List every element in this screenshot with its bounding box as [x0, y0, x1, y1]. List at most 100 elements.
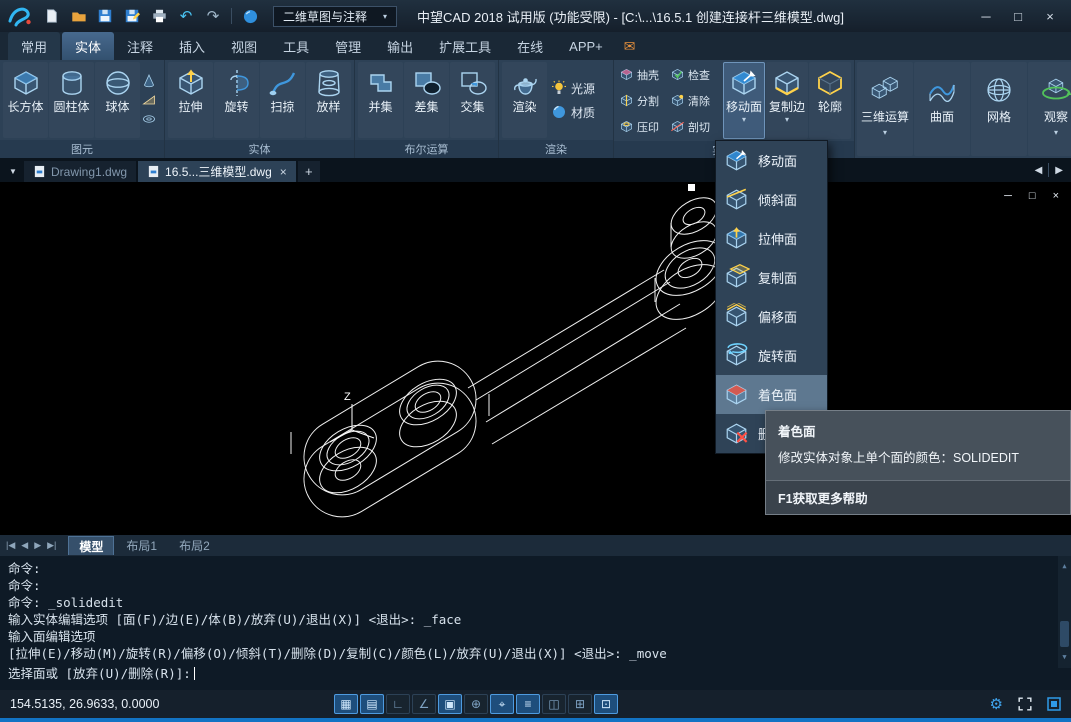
tab-manage[interactable]: 管理 [322, 32, 374, 60]
menu-item-shade-face[interactable]: 着色面 [716, 375, 827, 414]
cylinder-button[interactable]: 圆柱体 [49, 62, 94, 138]
separate-button[interactable]: 分割 [619, 88, 669, 113]
fullscreen-icon[interactable] [1017, 696, 1033, 712]
observe-button[interactable]: 观察 ▾ [1028, 62, 1071, 156]
new-tab-button[interactable]: + [298, 161, 320, 182]
clean-button[interactable]: 清除 [670, 88, 720, 113]
doc-tab-drawing1[interactable]: Drawing1.dwg [24, 161, 136, 182]
tab-close-icon[interactable]: × [280, 165, 287, 179]
child-minimize-button[interactable]: ─ [1004, 190, 1012, 202]
layout-tab-layout1[interactable]: 布局1 [116, 536, 167, 555]
redo-icon[interactable]: ↷ [204, 7, 222, 25]
subtract-button[interactable]: 差集 [404, 62, 449, 138]
ortho-toggle[interactable]: ∟ [386, 694, 410, 714]
imprint-button[interactable]: 压印 [619, 114, 669, 139]
tab-solid[interactable]: 实体 [62, 32, 114, 60]
mesh-button[interactable]: 网格 [971, 62, 1027, 156]
menu-item-taper-face[interactable]: 倾斜面 [716, 180, 827, 219]
open-folder-icon[interactable] [69, 7, 87, 25]
tab-online[interactable]: 在线 [504, 32, 556, 60]
move-face-button[interactable]: 移动面 ▾ [723, 62, 765, 139]
polar-toggle[interactable]: ∠ [412, 694, 436, 714]
intersect-button[interactable]: 交集 [450, 62, 495, 138]
help-sphere-icon[interactable] [241, 7, 259, 25]
maximize-button[interactable]: □ [1003, 5, 1033, 27]
copy-edge-button[interactable]: 复制边 ▾ [766, 62, 808, 139]
sweep-button[interactable]: 扫掠 [260, 62, 305, 138]
save-icon[interactable] [96, 7, 114, 25]
command-scrollbar[interactable]: ▲ ▼ [1058, 556, 1071, 668]
material-button[interactable]: 材质 [551, 104, 610, 121]
check-button[interactable]: 检查 [670, 62, 720, 87]
union-button[interactable]: 并集 [358, 62, 403, 138]
menu-item-offset-face[interactable]: 偏移面 [716, 297, 827, 336]
otrack-toggle[interactable]: ⊕ [464, 694, 488, 714]
child-restore-button[interactable]: □ [1029, 190, 1036, 202]
lineweight-toggle[interactable]: ≡ [516, 694, 540, 714]
doc-tab-menu-icon[interactable]: ▼ [4, 161, 22, 182]
undo-icon[interactable]: ↶ [177, 7, 195, 25]
loft-button[interactable]: 放样 [306, 62, 351, 138]
menu-item-copy-face[interactable]: 复制面 [716, 258, 827, 297]
gear-icon[interactable]: ⚙ [990, 695, 1003, 713]
menu-item-move-face[interactable]: 移动面 [716, 141, 827, 180]
tab-home[interactable]: 常用 [8, 32, 60, 60]
tab-view[interactable]: 视图 [218, 32, 270, 60]
tab-scroll-left-icon[interactable]: ◀ [1035, 165, 1043, 176]
minimize-button[interactable]: ─ [971, 5, 1001, 27]
tab-annotate[interactable]: 注释 [114, 32, 166, 60]
3d-operations-button[interactable]: 三维运算 ▾ [857, 62, 913, 156]
torus-icon[interactable] [141, 111, 157, 127]
slice-button[interactable]: 剖切 [670, 114, 720, 139]
app-logo-icon[interactable] [6, 4, 32, 28]
outline-button[interactable]: 轮廓 [809, 62, 851, 139]
osnap-toggle[interactable]: ▣ [438, 694, 462, 714]
tab-output[interactable]: 输出 [374, 32, 426, 60]
wedge-icon[interactable] [141, 92, 157, 108]
box-button[interactable]: 长方体 [3, 62, 48, 138]
command-line-area[interactable]: 命令: 命令: 命令: _solidedit 输入实体编辑选项 [面(F)/边(… [0, 556, 1071, 690]
new-file-icon[interactable] [42, 7, 60, 25]
scroll-up-icon[interactable]: ▲ [1062, 558, 1066, 575]
tab-insert[interactable]: 插入 [166, 32, 218, 60]
layout-tab-model[interactable]: 模型 [68, 536, 114, 555]
scrollbar-thumb[interactable] [1060, 621, 1069, 647]
command-input-line[interactable]: 选择面或 [放弃(U)/删除(R)]: [8, 665, 1063, 682]
nav-next-icon[interactable]: ▶ [34, 540, 41, 551]
shell-button[interactable]: 抽壳 [619, 62, 669, 87]
save-as-icon[interactable] [123, 7, 141, 25]
box-icon [10, 67, 42, 99]
layout-tab-layout2[interactable]: 布局2 [169, 536, 220, 555]
light-button[interactable]: 光源 [551, 80, 610, 97]
close-button[interactable]: × [1035, 5, 1065, 27]
doc-tab-active[interactable]: 16.5...三维模型.dwg × [138, 161, 296, 182]
cone-icon[interactable] [141, 73, 157, 89]
tab-scroll-right-icon[interactable]: ▶ [1055, 165, 1063, 176]
quick-props-toggle[interactable]: ⊡ [594, 694, 618, 714]
tab-express[interactable]: 扩展工具 [426, 32, 504, 60]
tab-tools[interactable]: 工具 [270, 32, 322, 60]
tab-app-plus[interactable]: APP+ [556, 32, 616, 60]
nav-prev-icon[interactable]: ◀ [21, 540, 28, 551]
revolve-button[interactable]: 旋转 [214, 62, 259, 138]
render-button[interactable]: 渲染 [502, 62, 547, 138]
dyn-input-toggle[interactable]: ⌖ [490, 694, 514, 714]
surface-button[interactable]: 曲面 [914, 62, 970, 156]
cycle-select-toggle[interactable]: ⊞ [568, 694, 592, 714]
snap-toggle[interactable]: ▦ [334, 694, 358, 714]
revolve-icon [221, 67, 253, 99]
grid-toggle[interactable]: ▤ [360, 694, 384, 714]
clean-screen-icon[interactable] [1047, 697, 1061, 711]
print-icon[interactable] [150, 7, 168, 25]
workspace-dropdown[interactable]: 二维草图与注释 ▾ [273, 6, 397, 27]
scroll-down-icon[interactable]: ▼ [1062, 649, 1066, 666]
extrude-button[interactable]: 拉伸 [168, 62, 213, 138]
nav-last-icon[interactable]: ▶| [47, 540, 56, 551]
nav-first-icon[interactable]: |◀ [6, 540, 15, 551]
envelope-icon[interactable]: ✉ [624, 32, 636, 60]
menu-item-rotate-face[interactable]: 旋转面 [716, 336, 827, 375]
menu-item-extrude-face[interactable]: 拉伸面 [716, 219, 827, 258]
sphere-button[interactable]: 球体 [95, 62, 140, 138]
transparency-toggle[interactable]: ◫ [542, 694, 566, 714]
child-close-button[interactable]: × [1053, 190, 1059, 202]
